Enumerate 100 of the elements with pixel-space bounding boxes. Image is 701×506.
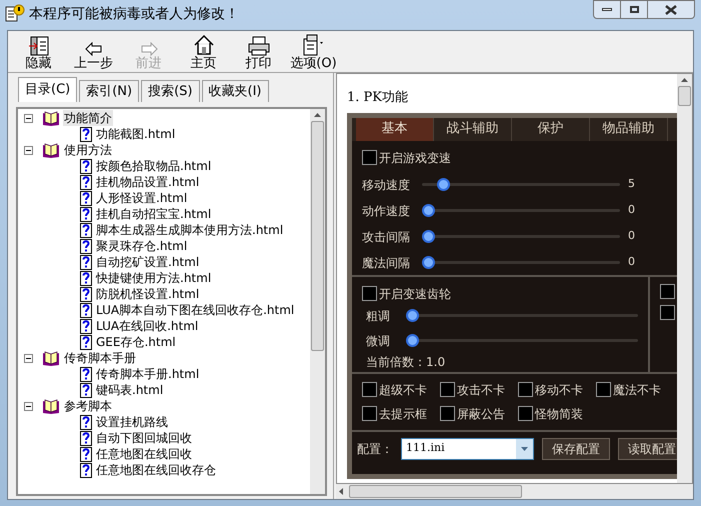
close-button[interactable] — [648, 0, 695, 19]
scroll-thumb[interactable] — [678, 86, 691, 106]
printer-icon — [248, 36, 270, 56]
tree-item[interactable]: 传奇脚本手册 — [63, 350, 137, 366]
nav-tab[interactable]: 索引(N) — [79, 80, 140, 102]
collapse-toggle[interactable] — [24, 114, 33, 122]
tree-item[interactable]: 人形怪设置.html — [96, 190, 188, 206]
slider[interactable] — [422, 230, 620, 243]
slider-thumb[interactable] — [422, 204, 435, 217]
slider-thumb[interactable] — [406, 334, 419, 347]
help-document-icon — [5, 3, 25, 23]
tree-item[interactable]: 任意地图在线回收 — [96, 446, 192, 462]
nav-tab[interactable]: 搜索(S) — [141, 80, 200, 102]
tree-item[interactable]: 键码表.html — [96, 382, 164, 398]
scroll-left-icon — [339, 488, 343, 495]
config-button[interactable]: 保存配置 — [542, 438, 610, 460]
toolbar-button[interactable]: 主页 — [177, 34, 230, 72]
tree-item[interactable]: 参考脚本 — [63, 398, 113, 414]
slider-value: 0 — [628, 202, 635, 218]
tree-item[interactable]: 挂机自动招宝宝.html — [96, 206, 212, 222]
book-icon — [42, 398, 60, 414]
tree-item[interactable]: 任意地图在线回收存仓 — [96, 462, 216, 478]
help-page-icon — [80, 334, 92, 350]
help-page-icon — [80, 414, 92, 430]
collapse-toggle[interactable] — [24, 354, 33, 362]
game-tab[interactable]: 基本 — [356, 118, 434, 140]
tree-item[interactable]: 快捷键使用方法.html — [96, 270, 212, 286]
home-icon — [192, 34, 214, 56]
checkbox[interactable] — [362, 150, 377, 165]
tree-item[interactable]: 防脱机怪设置.html — [96, 286, 200, 302]
collapse-toggle[interactable] — [24, 146, 33, 154]
config-button[interactable]: 读取配置 — [618, 438, 677, 460]
tree-item[interactable]: 功能简介 — [63, 110, 113, 126]
caret-icon — [521, 446, 528, 450]
tree-item[interactable]: 功能截图.html — [96, 126, 176, 142]
help-page-icon — [80, 366, 92, 382]
collapse-toggle[interactable] — [24, 402, 33, 410]
checkbox[interactable] — [440, 382, 455, 397]
checkbox[interactable] — [440, 406, 455, 421]
slider-label: 攻击间隔 — [362, 228, 411, 246]
checkbox-label: 屏蔽公告 — [457, 406, 505, 422]
slider-thumb[interactable] — [422, 256, 435, 269]
checkbox[interactable] — [596, 382, 611, 397]
config-dropdown[interactable]: 111.ini — [401, 438, 534, 460]
tree-item[interactable]: 脚本生成器生成脚本使用方法.html — [96, 222, 284, 238]
help-page-icon — [80, 222, 92, 238]
vertical-scrollbar[interactable] — [310, 109, 325, 494]
checkbox[interactable] — [362, 286, 377, 301]
toolbar-button[interactable]: 上一步 — [67, 34, 120, 72]
slider-thumb[interactable] — [422, 230, 435, 243]
minimize-button[interactable] — [593, 0, 621, 19]
checkbox[interactable] — [518, 382, 533, 397]
tree-item[interactable]: 设置挂机路线 — [96, 414, 168, 430]
slider-label: 粗调 — [366, 308, 391, 324]
scroll-thumb[interactable] — [311, 121, 324, 351]
tree-item[interactable]: GEE存仓.html — [96, 334, 176, 350]
vertical-scrollbar[interactable] — [677, 74, 692, 483]
help-page-icon — [80, 430, 92, 446]
checkbox[interactable] — [362, 382, 377, 397]
tree-item[interactable]: 聚灵珠存仓.html — [96, 238, 188, 254]
slider[interactable] — [422, 204, 620, 217]
tree-item[interactable]: LUA脚本自动下图在线回收存仓.html — [96, 302, 294, 318]
slider[interactable] — [406, 309, 638, 322]
tree-item[interactable]: 自动挖矿设置.html — [96, 254, 200, 270]
nav-tab[interactable]: 收藏夹(I) — [202, 80, 268, 102]
slider[interactable] — [422, 178, 620, 191]
tree-item[interactable]: 使用方法 — [63, 142, 113, 158]
checkbox[interactable] — [518, 406, 533, 421]
tree-item[interactable]: LUA在线回收.html — [96, 318, 198, 334]
scroll-thumb[interactable] — [349, 485, 522, 498]
nav-tab[interactable]: 目录(C) — [18, 77, 78, 102]
scroll-up-icon — [681, 78, 688, 82]
toolbar-button[interactable]: 打印 — [232, 34, 285, 72]
maximize-button[interactable] — [621, 0, 648, 19]
tree-item[interactable]: 按颜色拾取物品.html — [96, 158, 212, 174]
checkbox[interactable] — [660, 284, 675, 298]
help-page-icon — [80, 174, 92, 190]
toolbar-button[interactable]: 隐藏 — [12, 34, 65, 72]
scroll-up-icon — [314, 113, 321, 117]
help-page-icon — [80, 382, 92, 398]
horizontal-scrollbar[interactable] — [336, 484, 693, 499]
close-icon — [665, 4, 677, 14]
window-title: 本程序可能被病毒或者人为修改！ — [29, 5, 239, 24]
book-icon — [42, 142, 60, 158]
tree-item[interactable]: 挂机物品设置.html — [96, 174, 200, 190]
book-icon — [42, 110, 60, 126]
help-page-icon — [80, 254, 92, 270]
tree-item[interactable]: 自动下图回城回收 — [96, 430, 192, 446]
slider-thumb[interactable] — [436, 178, 450, 191]
hide-pane-icon — [28, 36, 50, 56]
forward-arrow-icon — [140, 42, 158, 56]
slider[interactable] — [406, 334, 638, 347]
help-page-icon — [80, 462, 92, 478]
checkbox-label: 移动不卡 — [535, 382, 583, 398]
checkbox[interactable] — [660, 304, 675, 320]
toolbar-button[interactable]: 选项(O) — [287, 34, 340, 72]
slider[interactable] — [422, 256, 620, 269]
checkbox[interactable] — [362, 406, 377, 421]
tree-item[interactable]: 传奇脚本手册.html — [96, 366, 200, 382]
slider-thumb[interactable] — [406, 309, 419, 322]
